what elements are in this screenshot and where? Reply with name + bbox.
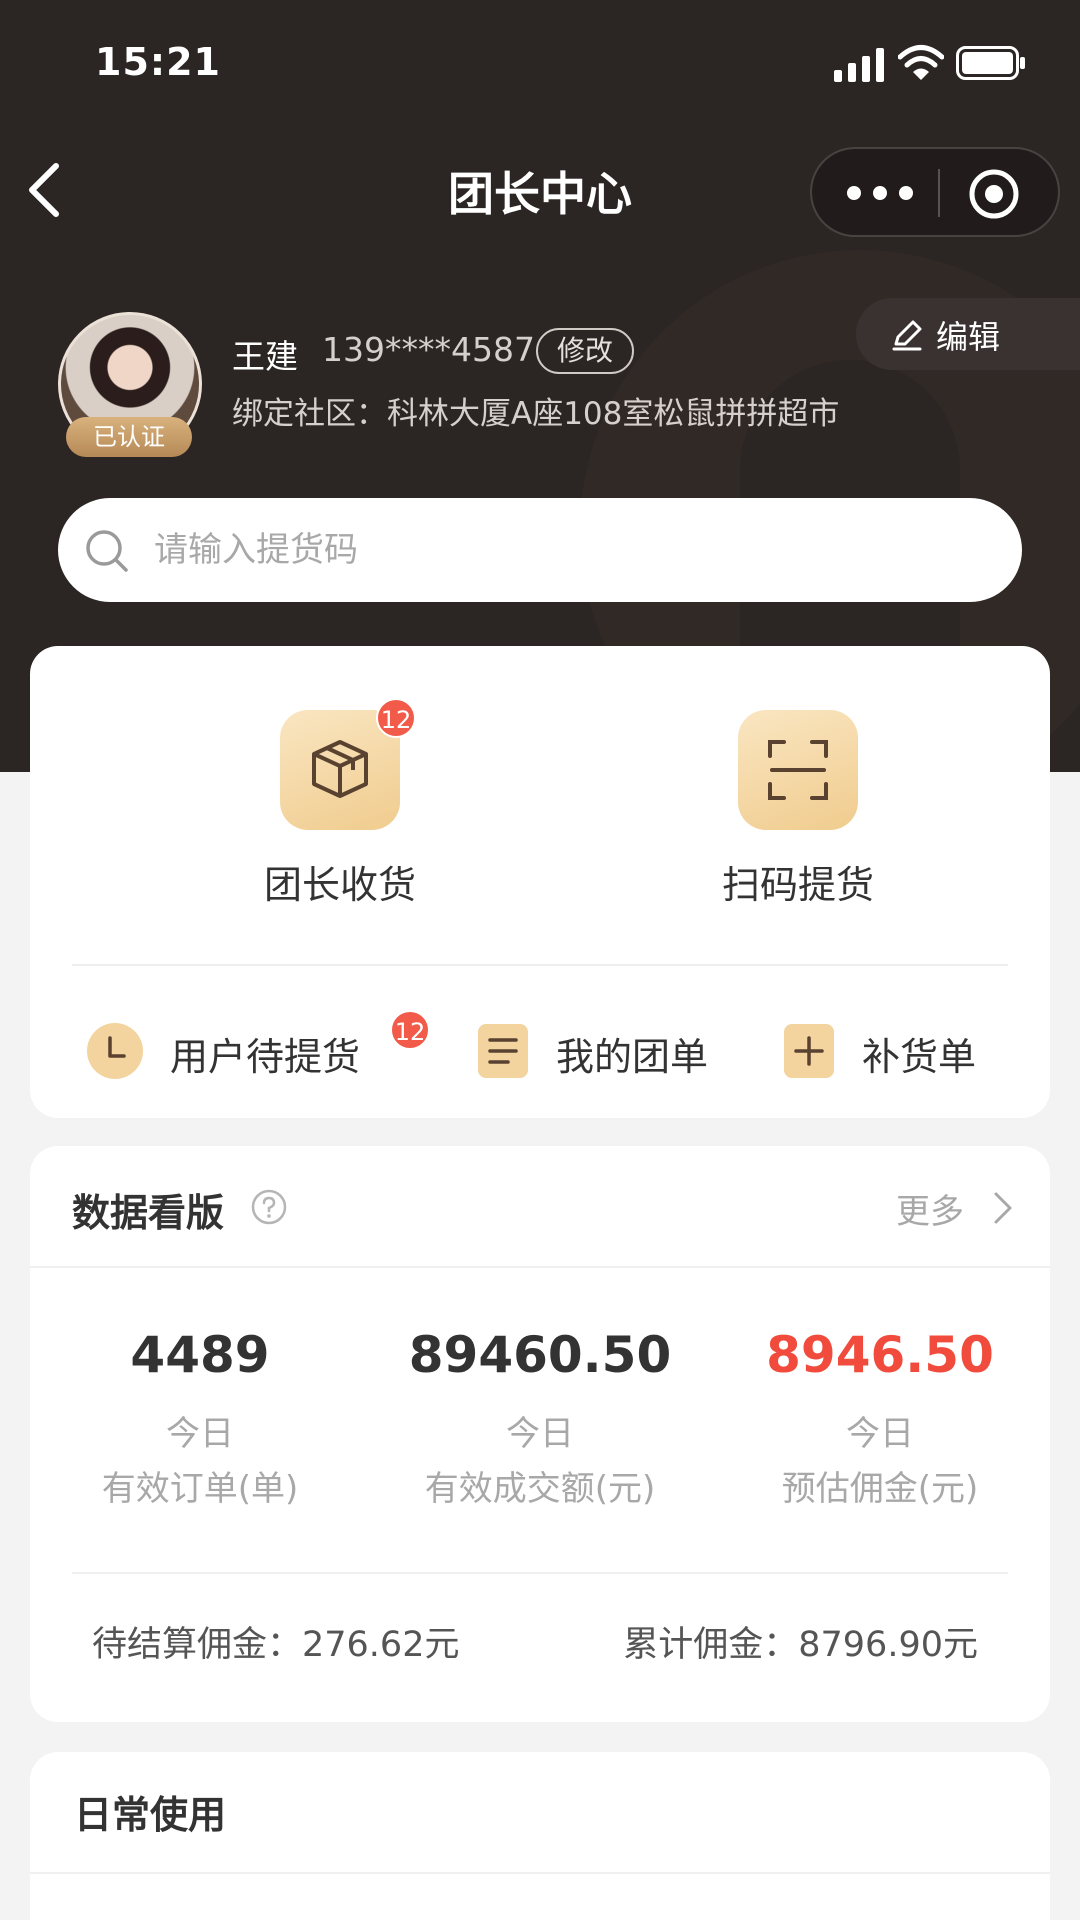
list-icon bbox=[478, 1024, 528, 1078]
my-group-orders-button[interactable]: 我的团单 bbox=[474, 1016, 734, 1086]
stat-caption: 有效订单(单) bbox=[101, 1469, 299, 1509]
capsule-divider bbox=[938, 169, 940, 217]
user-phone: 139****4587 bbox=[322, 330, 535, 369]
stat-value: 89460.50 bbox=[408, 1326, 672, 1384]
stat-caption: 预估佣金(元) bbox=[781, 1469, 979, 1509]
more-link[interactable]: 更多 bbox=[896, 1184, 964, 1233]
stat-estimated-commission: 8946.50 今日 预估佣金(元) bbox=[710, 1326, 1050, 1510]
stat-value: 4489 bbox=[130, 1326, 270, 1384]
dashboard-summary-divider bbox=[72, 1572, 1008, 1574]
receive-label: 团长收货 bbox=[263, 863, 416, 907]
restock-order-button[interactable]: 补货单 bbox=[780, 1016, 1020, 1086]
stat-valid-turnover: 89460.50 今日 有效成交额(元) bbox=[370, 1326, 710, 1510]
wifi-icon bbox=[898, 45, 944, 80]
bound-community: 绑定社区：科林大厦A座108室松鼠拼拼超市 bbox=[232, 396, 840, 432]
data-dashboard-card: 数据看版 更多 4489 今日 有效订单(单) 89460.50 今日 有效成交… bbox=[30, 1146, 1050, 1722]
restock-label: 补货单 bbox=[862, 1035, 977, 1079]
scan-label: 扫码提货 bbox=[721, 863, 874, 907]
search-input[interactable] bbox=[154, 498, 994, 602]
pending-count-badge: 12 bbox=[390, 1010, 430, 1050]
actions-card: 12 团长收货 扫码提货 用户待提货 12 我的团单 补货单 bbox=[30, 646, 1050, 1118]
stat-period: 今日 bbox=[166, 1414, 234, 1454]
status-time: 15:21 bbox=[95, 40, 221, 84]
pending-label: 用户待提货 bbox=[170, 1035, 361, 1079]
more-dots-icon[interactable] bbox=[842, 171, 918, 215]
stat-value: 8946.50 bbox=[766, 1326, 994, 1384]
scan-icon bbox=[768, 740, 828, 800]
stat-period: 今日 bbox=[846, 1414, 914, 1454]
mygroup-label: 我的团单 bbox=[556, 1035, 709, 1079]
help-question-icon[interactable] bbox=[250, 1188, 288, 1226]
search-icon bbox=[86, 530, 128, 572]
actions-divider bbox=[72, 964, 1008, 966]
dashboard-header-divider bbox=[30, 1266, 1050, 1268]
user-name: 王建 bbox=[232, 337, 298, 376]
scan-tile bbox=[738, 710, 858, 830]
box-icon bbox=[312, 740, 368, 798]
edit-profile-button[interactable]: 编辑 bbox=[856, 298, 1080, 370]
dashboard-title: 数据看版 bbox=[72, 1191, 225, 1235]
scan-pickup-button[interactable]: 扫码提货 bbox=[648, 710, 948, 910]
chevron-right-icon[interactable] bbox=[992, 1190, 1014, 1226]
user-pending-pickup-button[interactable]: 用户待提货 12 bbox=[86, 1010, 430, 1086]
mini-program-capsule bbox=[810, 147, 1060, 237]
battery-icon bbox=[956, 46, 1025, 80]
pending-commission: 待结算佣金：276.62元 bbox=[92, 1625, 460, 1665]
plus-icon bbox=[784, 1024, 834, 1078]
leader-receive-button[interactable]: 12 团长收货 bbox=[190, 698, 490, 910]
close-target-icon[interactable] bbox=[968, 168, 1020, 220]
modify-phone-button[interactable]: 修改 bbox=[536, 328, 634, 374]
signal-icon bbox=[834, 48, 884, 82]
daily-use-divider bbox=[30, 1872, 1050, 1874]
stat-caption: 有效成交额(元) bbox=[424, 1469, 656, 1509]
clock-icon bbox=[87, 1023, 143, 1079]
status-bar: 15:21 bbox=[0, 0, 1080, 130]
edit-label: 编辑 bbox=[936, 318, 1001, 356]
receive-count-badge: 12 bbox=[376, 698, 416, 738]
daily-use-card: 日常使用 bbox=[30, 1752, 1050, 1920]
stat-period: 今日 bbox=[506, 1414, 574, 1454]
daily-use-title: 日常使用 bbox=[74, 1793, 227, 1837]
verified-badge: 已认证 bbox=[66, 417, 192, 457]
pickup-code-search[interactable] bbox=[58, 498, 1022, 602]
pencil-icon bbox=[892, 320, 922, 351]
total-commission: 累计佣金：8796.90元 bbox=[623, 1625, 978, 1665]
stat-valid-orders: 4489 今日 有效订单(单) bbox=[30, 1326, 370, 1510]
